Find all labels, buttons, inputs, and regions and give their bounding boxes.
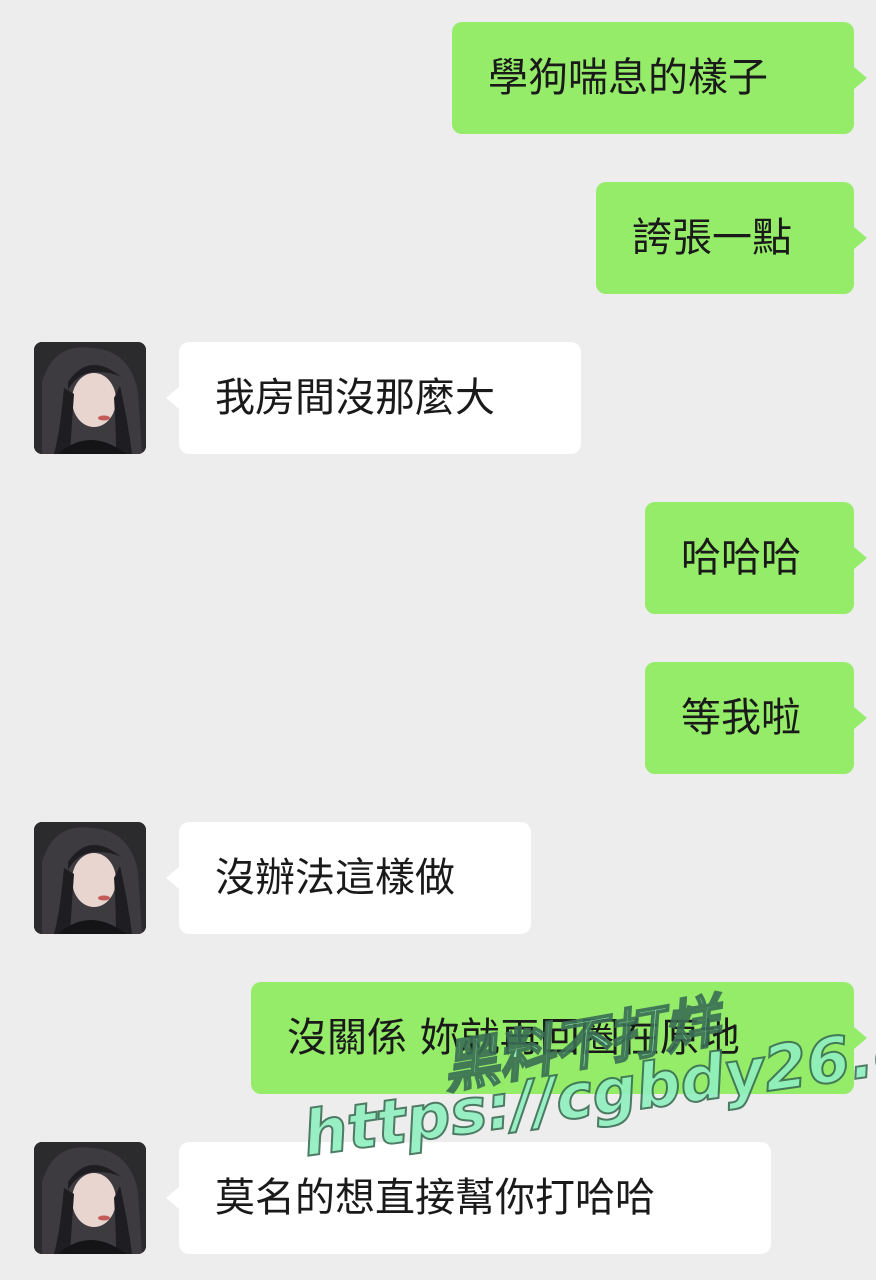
outgoing-message-bubble[interactable]: 哈哈哈	[645, 502, 854, 614]
bubble-tail	[854, 67, 867, 89]
incoming-message-bubble[interactable]: 我房間沒那麼大	[179, 342, 581, 454]
bubble-tail	[854, 707, 867, 729]
outgoing-message-bubble[interactable]: 學狗喘息的樣子	[452, 22, 854, 134]
outgoing-message-bubble[interactable]: 誇張一點	[596, 182, 854, 294]
bubble-tail	[854, 227, 867, 249]
user-avatar-icon	[34, 1142, 146, 1254]
outgoing-message-bubble[interactable]: 等我啦	[645, 662, 854, 774]
contact-avatar[interactable]	[34, 1142, 146, 1254]
bubble-tail	[166, 867, 179, 889]
bubble-tail	[166, 387, 179, 409]
bubble-tail	[854, 547, 867, 569]
contact-avatar[interactable]	[34, 822, 146, 934]
user-avatar-icon	[34, 822, 146, 934]
contact-avatar[interactable]	[34, 342, 146, 454]
incoming-message-bubble[interactable]: 沒辦法這樣做	[179, 822, 531, 934]
incoming-message-bubble[interactable]: 莫名的想直接幫你打哈哈	[179, 1142, 771, 1254]
bubble-tail	[166, 1187, 179, 1209]
user-avatar-icon	[34, 342, 146, 454]
